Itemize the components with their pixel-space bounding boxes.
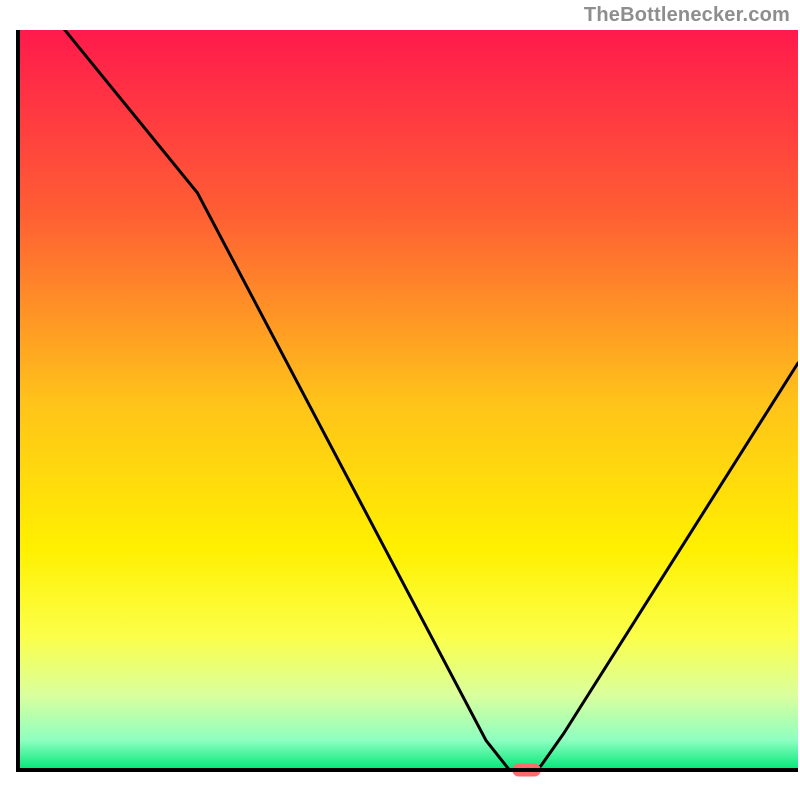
chart-gradient-background [18,30,798,770]
bottleneck-chart [0,0,800,800]
